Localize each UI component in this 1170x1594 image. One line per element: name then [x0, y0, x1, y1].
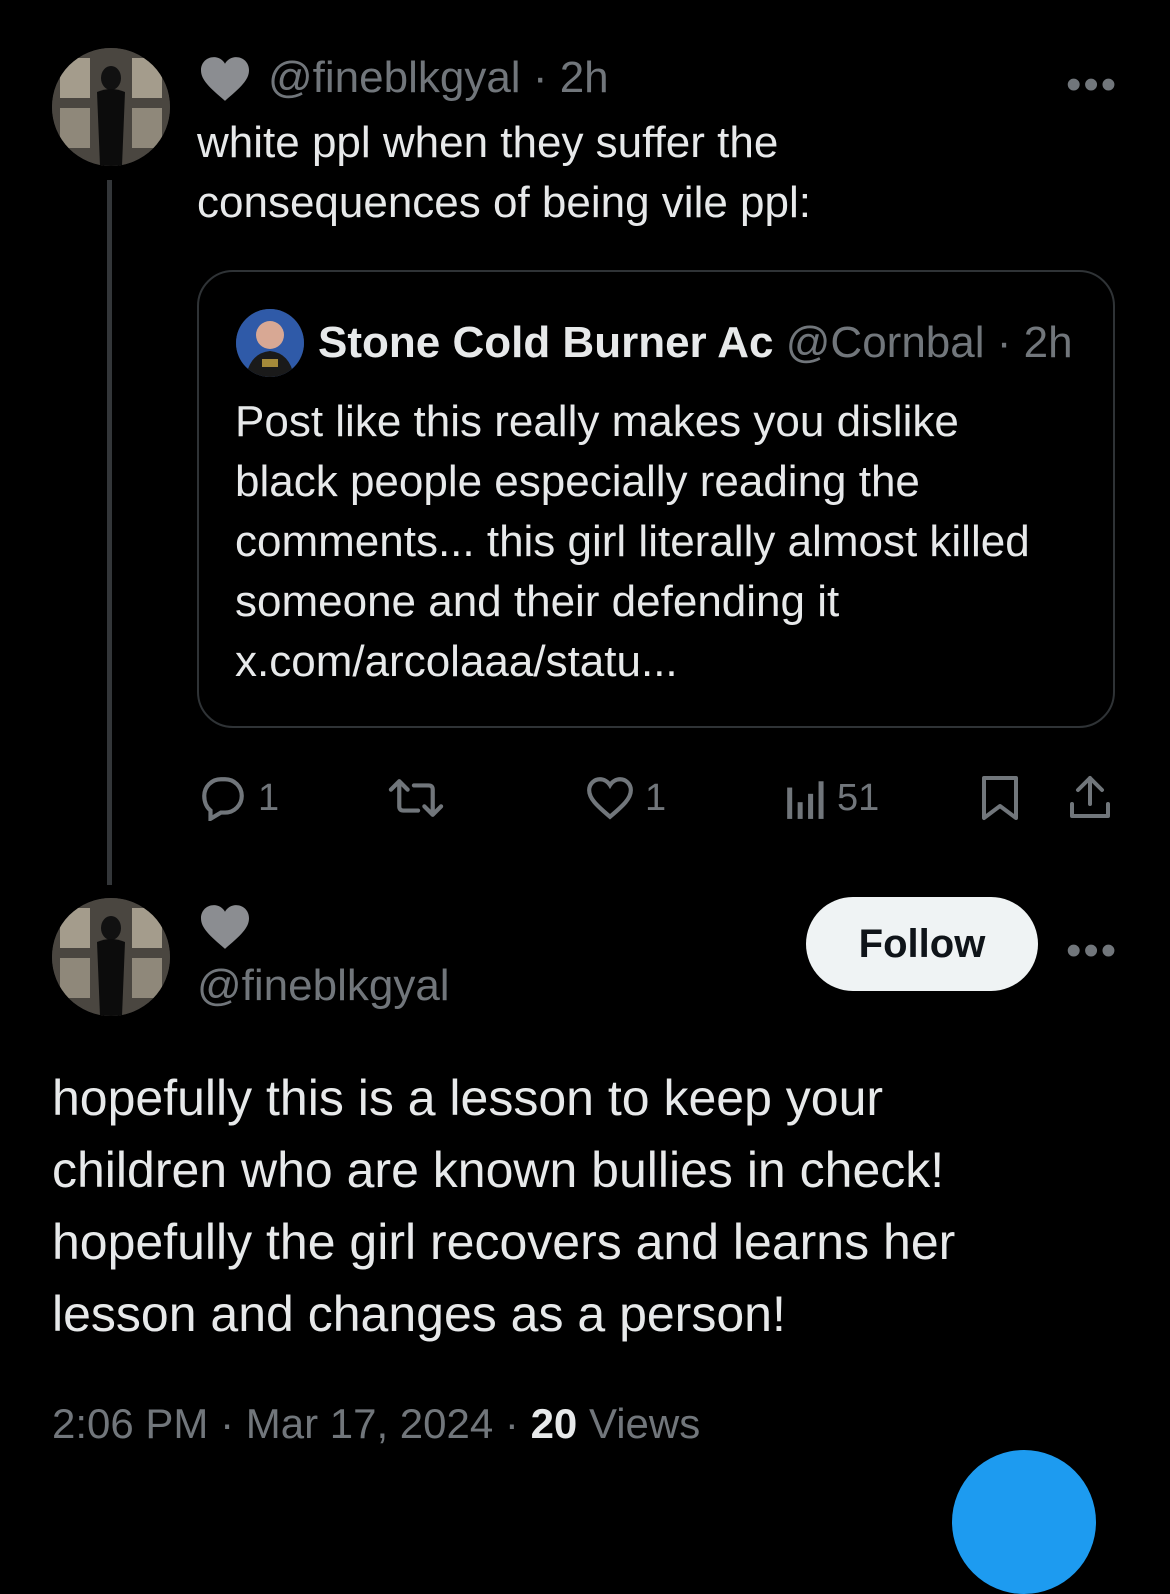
quoted-text-line: comments... this girl literally almost k… [235, 517, 1030, 566]
like-count: 1 [645, 776, 667, 819]
quoted-handle[interactable]: @Cornbal [786, 318, 985, 367]
quoted-link[interactable]: x.com/arcolaaa/statu... [235, 632, 1105, 692]
analytics-icon [787, 781, 824, 819]
tweet-time[interactable]: · 2h [533, 53, 609, 102]
reply-author-avatar[interactable] [52, 898, 170, 1016]
bookmark-button[interactable] [980, 773, 1020, 828]
reply-text-line: hopefully this is a lesson to keep your [52, 1070, 884, 1126]
tweet-text-line: white ppl when they suffer the [197, 118, 779, 167]
heart-badge-icon [198, 903, 252, 951]
share-button[interactable] [1068, 773, 1112, 828]
reply-text-line: children who are known bullies in check! [52, 1142, 945, 1198]
quoted-text-line: black people especially reading the [235, 457, 920, 506]
reply-text: hopefully this is a lesson to keep your … [52, 1062, 1132, 1350]
timestamp[interactable]: 2:06 PM · Mar 17, 2024 · [52, 1400, 531, 1447]
reply-author-handle[interactable]: @fineblkgyal [197, 960, 450, 1012]
tweet-text: white ppl when they suffer the consequen… [197, 113, 1097, 233]
quoted-author-avatar[interactable] [236, 309, 304, 377]
quoted-text-line: someone and their defending it [235, 577, 840, 626]
quoted-display-name[interactable]: Stone Cold Burner Ac [318, 318, 774, 367]
reply-button[interactable]: 1 [198, 775, 279, 821]
share-icon [1070, 776, 1110, 818]
reply-text-line: lesson and changes as a person! [52, 1286, 786, 1342]
more-options-icon[interactable]: ••• [1066, 60, 1118, 110]
quoted-text: Post like this really makes you dislike … [235, 392, 1105, 692]
views-button[interactable]: 51 [785, 775, 879, 821]
quoted-time[interactable]: · 2h [997, 318, 1073, 367]
author-handle[interactable]: @fineblkgyal [268, 53, 521, 102]
reply-text-line: hopefully the girl recovers and learns h… [52, 1214, 956, 1270]
more-options-icon[interactable]: ••• [1066, 926, 1118, 976]
tweet-text-line: consequences of being vile ppl: [197, 178, 811, 227]
heart-badge-icon [198, 55, 252, 103]
view-count: 51 [837, 776, 880, 819]
views-count: 20 [530, 1400, 578, 1447]
views-label: Views [577, 1400, 701, 1447]
avatar[interactable] [52, 48, 170, 166]
follow-button[interactable]: Follow [806, 897, 1038, 991]
quoted-text-line: Post like this really makes you dislike [235, 397, 959, 446]
like-button[interactable]: 1 [585, 775, 666, 821]
reply-count: 1 [258, 776, 280, 819]
reply-icon [202, 777, 244, 821]
bookmark-icon [982, 776, 1018, 820]
timestamp-row: 2:06 PM · Mar 17, 2024 · 20 Views [52, 1398, 700, 1450]
thread-line [107, 180, 112, 885]
repost-icon [388, 779, 444, 817]
repost-button[interactable] [388, 775, 444, 821]
heart-icon [587, 777, 633, 820]
compose-button[interactable] [952, 1450, 1096, 1594]
